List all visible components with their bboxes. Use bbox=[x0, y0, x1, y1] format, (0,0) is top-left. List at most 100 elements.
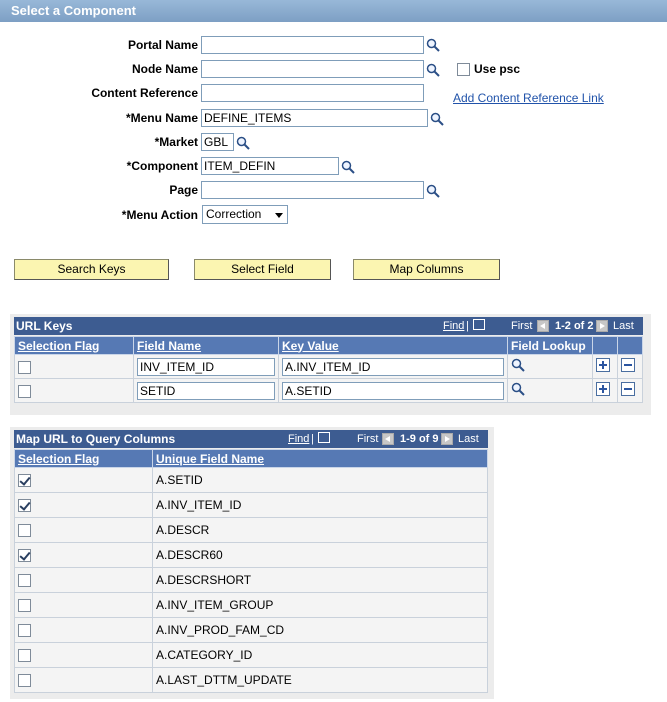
table-row: A.INV_ITEM_ID bbox=[14, 492, 488, 518]
table-row: A.CATEGORY_ID bbox=[14, 642, 488, 668]
row-selection-checkbox[interactable] bbox=[18, 674, 31, 688]
content-reference-input[interactable] bbox=[201, 84, 424, 102]
delete-row-icon[interactable] bbox=[621, 358, 635, 372]
unique-field-name: A.SETID bbox=[152, 467, 488, 493]
unique-field-name: A.INV_ITEM_ID bbox=[152, 492, 488, 518]
field-name-input[interactable]: SETID bbox=[137, 381, 275, 400]
row-selection-checkbox[interactable] bbox=[18, 524, 31, 538]
row-selection-checkbox[interactable] bbox=[18, 624, 31, 638]
map-url-first[interactable]: First bbox=[357, 430, 378, 448]
url-keys-title: URL Keys bbox=[16, 319, 73, 333]
search-keys-button[interactable]: Search Keys bbox=[14, 259, 169, 280]
field-lookup-icon[interactable] bbox=[511, 382, 525, 396]
table-row: A.LAST_DTTM_UPDATE bbox=[14, 667, 488, 693]
unique-field-name: A.DESCR bbox=[152, 517, 488, 543]
add-content-reference-link[interactable]: Add Content Reference Link bbox=[453, 91, 604, 105]
menu-action-value: Correction bbox=[206, 207, 262, 221]
unique-field-name: A.DESCR60 bbox=[152, 542, 488, 568]
col-field-name[interactable]: Field Name bbox=[133, 336, 279, 355]
market-input[interactable] bbox=[201, 133, 234, 151]
col-unique-field-name[interactable]: Unique Field Name bbox=[152, 449, 488, 468]
unique-field-name: A.DESCRSHORT bbox=[152, 567, 488, 593]
url-keys-first[interactable]: First bbox=[511, 317, 532, 335]
map-url-title-bar: Map URL to Query Columns Find | First 1-… bbox=[14, 430, 488, 448]
table-row: A.DESCRSHORT bbox=[14, 567, 488, 593]
url-keys-view-all-icon[interactable] bbox=[473, 319, 485, 330]
col-delete bbox=[617, 336, 643, 355]
table-row: INV_ITEM_ID A.INV_ITEM_ID bbox=[14, 354, 643, 379]
menu-name-lookup-icon[interactable] bbox=[430, 112, 444, 126]
portal-name-input[interactable] bbox=[201, 36, 424, 54]
page-input[interactable] bbox=[201, 181, 424, 199]
node-name-input[interactable] bbox=[201, 60, 424, 78]
url-keys-title-bar: URL Keys Find | First 1-2 of 2 Last bbox=[14, 317, 643, 335]
url-keys-divider: | bbox=[466, 320, 469, 332]
portal-name-lookup-icon[interactable] bbox=[426, 38, 440, 52]
delete-row-icon[interactable] bbox=[621, 382, 635, 396]
table-row: A.DESCR60 bbox=[14, 542, 488, 568]
map-url-prev-icon[interactable] bbox=[382, 433, 394, 445]
map-columns-button[interactable]: Map Columns bbox=[353, 259, 500, 280]
unique-field-name: A.CATEGORY_ID bbox=[152, 642, 488, 668]
portal-name-label: Portal Name bbox=[127, 38, 198, 52]
chevron-down-icon bbox=[275, 213, 283, 218]
map-url-last[interactable]: Last bbox=[458, 430, 479, 448]
market-lookup-icon[interactable] bbox=[236, 136, 250, 150]
page-label: Page bbox=[169, 183, 198, 197]
use-psc-checkbox[interactable] bbox=[457, 63, 470, 77]
url-keys-next-icon[interactable] bbox=[596, 320, 608, 332]
row-selection-checkbox[interactable] bbox=[18, 599, 31, 613]
url-keys-table: Selection Flag Field Name Key Value Fiel… bbox=[14, 336, 643, 403]
page-lookup-icon[interactable] bbox=[426, 184, 440, 198]
col-selection-flag[interactable]: Selection Flag bbox=[14, 449, 153, 468]
unique-field-name: A.LAST_DTTM_UPDATE bbox=[152, 667, 488, 693]
col-key-value[interactable]: Key Value bbox=[278, 336, 508, 355]
component-input[interactable] bbox=[201, 157, 339, 175]
map-url-next-icon[interactable] bbox=[441, 433, 453, 445]
menu-action-label: *Menu Action bbox=[121, 208, 198, 222]
map-url-view-all-icon[interactable] bbox=[318, 432, 330, 443]
map-url-range: 1-9 of 9 bbox=[400, 433, 439, 445]
table-row: A.SETID bbox=[14, 467, 488, 493]
url-keys-range: 1-2 of 2 bbox=[555, 320, 594, 332]
node-name-lookup-icon[interactable] bbox=[426, 63, 440, 77]
row-selection-checkbox[interactable] bbox=[18, 360, 31, 374]
field-name-input[interactable]: INV_ITEM_ID bbox=[137, 357, 275, 376]
component-label: *Component bbox=[126, 159, 198, 173]
map-url-find-link[interactable]: Find bbox=[288, 430, 309, 448]
unique-field-name: A.INV_PROD_FAM_CD bbox=[152, 617, 488, 643]
url-keys-prev-icon[interactable] bbox=[537, 320, 549, 332]
map-url-table: Selection Flag Unique Field Name A.SETID… bbox=[14, 449, 488, 693]
select-field-button[interactable]: Select Field bbox=[194, 259, 331, 280]
col-add bbox=[592, 336, 618, 355]
col-field-lookup: Field Lookup bbox=[507, 336, 593, 355]
table-row: A.INV_ITEM_GROUP bbox=[14, 592, 488, 618]
node-name-label: Node Name bbox=[131, 62, 198, 76]
table-row: A.DESCR bbox=[14, 517, 488, 543]
map-url-divider: | bbox=[311, 433, 314, 445]
row-selection-checkbox[interactable] bbox=[18, 499, 31, 513]
key-value-input[interactable]: A.SETID bbox=[282, 381, 504, 400]
unique-field-name: A.INV_ITEM_GROUP bbox=[152, 592, 488, 618]
table-row: SETID A.SETID bbox=[14, 378, 643, 403]
map-url-title: Map URL to Query Columns bbox=[16, 432, 176, 446]
menu-action-select[interactable]: Correction bbox=[202, 205, 288, 224]
row-selection-checkbox[interactable] bbox=[18, 384, 31, 398]
field-lookup-icon[interactable] bbox=[511, 358, 525, 372]
row-selection-checkbox[interactable] bbox=[18, 649, 31, 663]
menu-name-label: *Menu Name bbox=[125, 111, 198, 125]
col-selection-flag[interactable]: Selection Flag bbox=[14, 336, 134, 355]
use-psc-label: Use psc bbox=[474, 62, 521, 76]
add-row-icon[interactable] bbox=[596, 358, 610, 372]
row-selection-checkbox[interactable] bbox=[18, 549, 31, 563]
page-header: Select a Component bbox=[0, 0, 667, 22]
add-row-icon[interactable] bbox=[596, 382, 610, 396]
key-value-input[interactable]: A.INV_ITEM_ID bbox=[282, 357, 504, 376]
row-selection-checkbox[interactable] bbox=[18, 574, 31, 588]
market-label: *Market bbox=[154, 135, 198, 149]
menu-name-input[interactable] bbox=[201, 109, 428, 127]
component-lookup-icon[interactable] bbox=[341, 160, 355, 174]
url-keys-find-link[interactable]: Find bbox=[443, 317, 464, 335]
url-keys-last[interactable]: Last bbox=[613, 317, 634, 335]
row-selection-checkbox[interactable] bbox=[18, 474, 31, 488]
